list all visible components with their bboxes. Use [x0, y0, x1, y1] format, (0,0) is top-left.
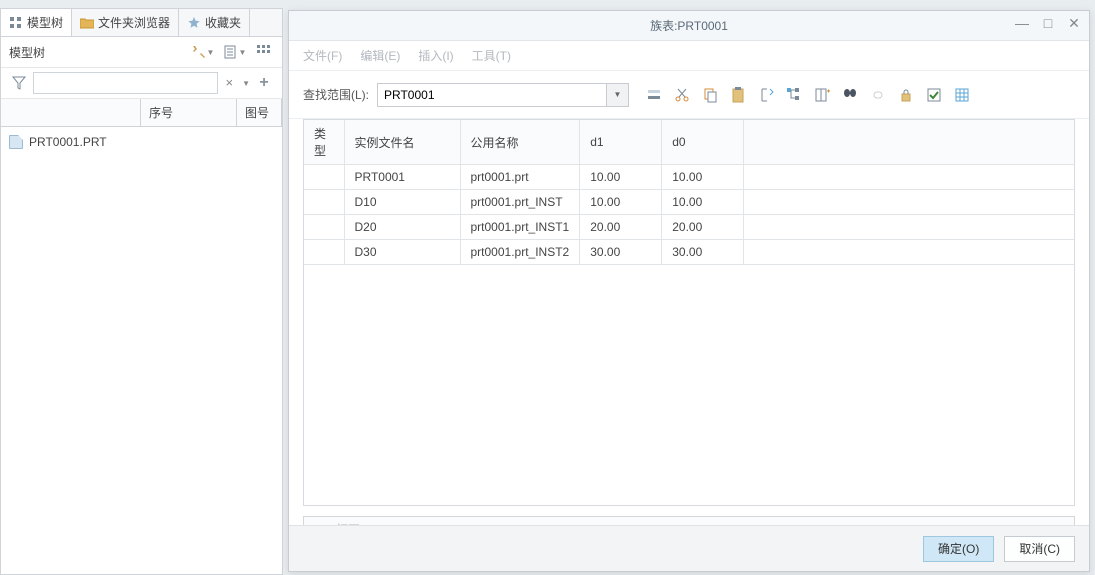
- paste-icon[interactable]: [727, 84, 749, 106]
- tab-folder-browser[interactable]: 文件夹浏览器: [72, 9, 179, 36]
- family-table-dialog: 族表:PRT0001 — □ ✕ 文件(F) 编辑(E) 插入(I) 工具(T)…: [288, 10, 1090, 572]
- cell-d0[interactable]: 10.00: [662, 190, 744, 215]
- filter-dropdown-icon[interactable]: ▼: [242, 79, 250, 88]
- toolbar-label: 模型树: [9, 44, 45, 61]
- find-icon[interactable]: [839, 84, 861, 106]
- table-empty-area: [304, 265, 1074, 505]
- tools-dropdown-icon[interactable]: ▼: [190, 41, 216, 63]
- dialog-footer: 确定(O) 取消(C): [289, 525, 1089, 571]
- settings-dropdown-icon[interactable]: ▼: [222, 41, 248, 63]
- family-table: 类型 实例文件名 公用名称 d1 d0 PRT0001prt0001.prt10…: [303, 119, 1075, 506]
- cell-pub[interactable]: prt0001.prt: [460, 165, 580, 190]
- cell-extra: [744, 215, 1074, 240]
- tree-item-label: PRT0001.PRT: [29, 135, 107, 149]
- tree-view-icon[interactable]: [783, 84, 805, 106]
- close-icon[interactable]: ✕: [1065, 15, 1083, 32]
- col-type[interactable]: 类型: [304, 120, 344, 165]
- lock-icon[interactable]: [895, 84, 917, 106]
- add-icon[interactable]: +: [254, 72, 274, 94]
- col-d1[interactable]: d1: [580, 120, 662, 165]
- dialog-titlebar: 族表:PRT0001 — □ ✕: [289, 11, 1089, 41]
- table-row[interactable]: D10prt0001.prt_INST10.0010.00: [304, 190, 1074, 215]
- add-column-icon[interactable]: [811, 84, 833, 106]
- cell-name[interactable]: D10: [344, 190, 460, 215]
- tree-header-fig: 图号: [237, 99, 282, 126]
- menu-insert[interactable]: 插入(I): [418, 47, 453, 64]
- left-toolbar: 模型树 ▼ ▼: [1, 37, 282, 68]
- menu-tools[interactable]: 工具(T): [472, 47, 511, 64]
- ok-button[interactable]: 确定(O): [923, 536, 994, 562]
- insert-row-icon[interactable]: [643, 84, 665, 106]
- left-tabs: 模型树 文件夹浏览器 收藏夹: [1, 9, 282, 37]
- tree-item[interactable]: PRT0001.PRT: [9, 133, 274, 151]
- link-icon[interactable]: [867, 84, 889, 106]
- cell-d1[interactable]: 20.00: [580, 215, 662, 240]
- tree-icon: [9, 16, 23, 30]
- search-label: 查找范围(L):: [303, 86, 369, 103]
- cancel-button[interactable]: 取消(C): [1004, 536, 1075, 562]
- col-d0[interactable]: d0: [662, 120, 744, 165]
- display-options-icon[interactable]: [254, 41, 274, 63]
- cell-d0[interactable]: 30.00: [662, 240, 744, 265]
- cell-extra: [744, 190, 1074, 215]
- cell-pub[interactable]: prt0001.prt_INST1: [460, 215, 580, 240]
- cell-extra: [744, 240, 1074, 265]
- tree-header-seq: 序号: [141, 99, 237, 126]
- menu-file[interactable]: 文件(F): [303, 47, 342, 64]
- folder-icon: [80, 16, 94, 30]
- cell-name[interactable]: PRT0001: [344, 165, 460, 190]
- copy-icon[interactable]: [699, 84, 721, 106]
- maximize-icon[interactable]: □: [1039, 15, 1057, 32]
- tree-header-blank: [1, 99, 141, 126]
- minimize-icon[interactable]: —: [1013, 15, 1031, 32]
- col-name[interactable]: 实例文件名: [344, 120, 460, 165]
- cell-pub[interactable]: prt0001.prt_INST: [460, 190, 580, 215]
- cell-d0[interactable]: 10.00: [662, 165, 744, 190]
- left-panel: 模型树 文件夹浏览器 收藏夹 模型树 ▼ ▼: [0, 8, 283, 575]
- cell-pub[interactable]: prt0001.prt_INST2: [460, 240, 580, 265]
- tab-model-tree[interactable]: 模型树: [1, 9, 72, 36]
- search-row: 查找范围(L): ▼: [289, 71, 1089, 119]
- verify-icon[interactable]: [923, 84, 945, 106]
- cell-name[interactable]: D20: [344, 215, 460, 240]
- col-extra: [744, 120, 1074, 165]
- cut-icon[interactable]: [671, 84, 693, 106]
- table-row[interactable]: D30prt0001.prt_INST230.0030.00: [304, 240, 1074, 265]
- star-icon: [187, 16, 201, 30]
- search-dropdown-icon[interactable]: ▼: [607, 83, 629, 107]
- cell-d1[interactable]: 30.00: [580, 240, 662, 265]
- tree-body: PRT0001.PRT: [1, 127, 282, 157]
- tab-label: 收藏夹: [205, 14, 241, 31]
- dialog-title: 族表:PRT0001: [650, 17, 728, 34]
- tab-label: 模型树: [27, 14, 63, 31]
- cell-name[interactable]: D30: [344, 240, 460, 265]
- filter-row: × ▼ +: [1, 68, 282, 99]
- col-pub[interactable]: 公用名称: [460, 120, 580, 165]
- tab-label: 文件夹浏览器: [98, 14, 170, 31]
- table-row[interactable]: PRT0001prt0001.prt10.0010.00: [304, 165, 1074, 190]
- cell-type[interactable]: [304, 240, 344, 265]
- cell-type[interactable]: [304, 165, 344, 190]
- cell-d0[interactable]: 20.00: [662, 215, 744, 240]
- cell-d1[interactable]: 10.00: [580, 190, 662, 215]
- tab-favorites[interactable]: 收藏夹: [179, 9, 250, 36]
- cell-type[interactable]: [304, 215, 344, 240]
- clear-icon[interactable]: ×: [225, 75, 233, 90]
- menubar: 文件(F) 编辑(E) 插入(I) 工具(T): [289, 41, 1089, 71]
- table-header-row: 类型 实例文件名 公用名称 d1 d0: [304, 120, 1074, 165]
- cell-extra: [744, 165, 1074, 190]
- table-row[interactable]: D20prt0001.prt_INST120.0020.00: [304, 215, 1074, 240]
- search-input[interactable]: [377, 83, 607, 107]
- part-icon: [9, 135, 23, 149]
- tree-header: 序号 图号: [1, 99, 282, 127]
- patternize-icon[interactable]: [755, 84, 777, 106]
- filter-icon[interactable]: [9, 72, 29, 94]
- menu-edit[interactable]: 编辑(E): [360, 47, 400, 64]
- filter-input[interactable]: [33, 72, 218, 94]
- cell-type[interactable]: [304, 190, 344, 215]
- table-icon[interactable]: [951, 84, 973, 106]
- cell-d1[interactable]: 10.00: [580, 165, 662, 190]
